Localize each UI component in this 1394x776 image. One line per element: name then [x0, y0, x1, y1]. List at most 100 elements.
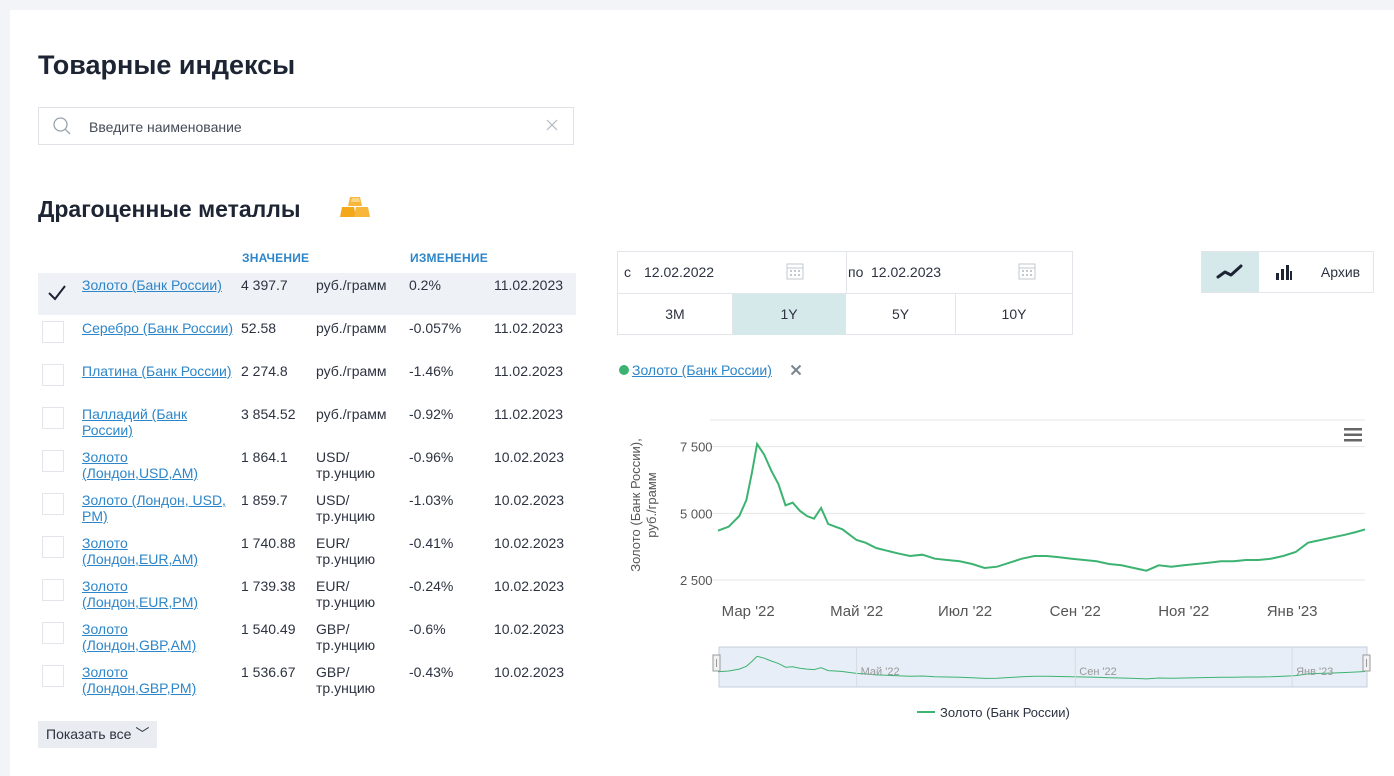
column-header-value[interactable]: ЗНАЧЕНИЕ: [242, 251, 309, 265]
bar-chart-button[interactable]: [1259, 252, 1308, 292]
legend-label: Золото (Банк России): [940, 705, 1070, 720]
row-checkbox[interactable]: [42, 493, 64, 515]
row-unit: руб./грамм: [316, 277, 387, 293]
row-unit: USD/ тр.унцию: [316, 449, 376, 481]
row-unit: GBP/ тр.унцию: [316, 621, 376, 653]
navigator-tick-label: Май '22: [861, 666, 900, 678]
row-change: 0.2%: [409, 277, 441, 293]
row-name-link[interactable]: Серебро (Банк России): [82, 320, 238, 336]
row-checkbox[interactable]: [42, 665, 64, 687]
row-name-link[interactable]: Платина (Банк России): [82, 363, 238, 379]
chart-legend[interactable]: Золото (Банк России): [917, 705, 1070, 720]
row-date: 10.02.2023: [494, 449, 565, 465]
row-name-link[interactable]: Золото (Лондон,GBP,PM): [82, 664, 238, 696]
row-checkbox[interactable]: [42, 622, 64, 644]
row-change: -0.92%: [409, 406, 454, 422]
calendar-icon[interactable]: [1018, 262, 1036, 280]
divider: [846, 252, 847, 293]
period-button-10y[interactable]: 10Y: [956, 294, 1072, 335]
table-row[interactable]: Палладий (Банк России) 3 854.52 руб./грамм…: [38, 402, 576, 444]
row-date: 10.02.2023: [494, 664, 565, 680]
row-checkbox[interactable]: [42, 579, 64, 601]
section-title: Драгоценные металлы: [38, 196, 301, 222]
row-value: 1 864.1: [241, 449, 288, 465]
series-line: [717, 441, 1366, 572]
row-unit: EUR/ тр.унцию: [316, 578, 376, 610]
archive-button[interactable]: Архив: [1308, 252, 1373, 292]
bar-chart-icon: [1276, 265, 1292, 280]
date-to-input[interactable]: 12.02.2023: [871, 264, 941, 280]
series-color-dot: [619, 365, 629, 375]
gold-bars-icon: [340, 197, 370, 217]
row-checkbox[interactable]: [42, 364, 64, 386]
row-date: 10.02.2023: [494, 621, 565, 637]
date-from-input[interactable]: 12.02.2022: [644, 264, 714, 280]
navigator-window[interactable]: [718, 646, 1368, 688]
calendar-icon[interactable]: [786, 262, 804, 280]
table-row[interactable]: Золото (Банк России) 4 397.7 руб./грамм 0.2…: [38, 273, 576, 315]
row-unit: GBP/ тр.унцию: [316, 664, 376, 696]
y-tick-label: 5 000: [680, 506, 713, 521]
row-name-link[interactable]: Золото (Лондон, USD, PM): [82, 492, 238, 524]
table-row[interactable]: Золото (Лондон,GBP,PM) 1 536.67 GBP/ тр.ун…: [38, 660, 576, 702]
row-change: -0.43%: [409, 664, 454, 680]
y-tick-label: 7 500: [680, 440, 713, 455]
row-value: 1 740.88: [241, 535, 296, 551]
row-value: 1 536.67: [241, 664, 296, 680]
row-change: -0.24%: [409, 578, 454, 594]
navigator-tick-label: Сен '22: [1079, 666, 1117, 678]
row-date: 11.02.2023: [494, 406, 564, 422]
menu-icon[interactable]: [1344, 428, 1362, 442]
date-from-label: с: [624, 264, 631, 280]
row-unit: руб./грамм: [316, 320, 387, 336]
period-button-5y[interactable]: 5Y: [846, 294, 955, 335]
period-selector: с 12.02.2022 по 12.02.2023 3M 1Y 5Y 10Y: [617, 251, 1073, 335]
x-tick-label: Сен '22: [1050, 603, 1101, 620]
x-tick-label: Янв '23: [1267, 603, 1318, 620]
close-icon[interactable]: [545, 118, 559, 132]
price-chart[interactable]: 2 500 5 000 7 500 Мар '22 Май '22 Июл '22 Сен…: [610, 400, 1380, 730]
row-date: 11.02.2023: [494, 320, 564, 336]
row-name-link[interactable]: Золото (Лондон,GBP,AM): [82, 621, 238, 653]
row-checkbox[interactable]: [42, 450, 64, 472]
table-row[interactable]: Золото (Лондон,USD,AM) 1 864.1 USD/ тр.унц…: [38, 445, 576, 487]
row-checkbox[interactable]: [42, 407, 64, 429]
checkmark-icon: [48, 285, 66, 301]
selected-series-link[interactable]: Золото (Банк России): [632, 362, 772, 378]
row-checkbox[interactable]: [42, 321, 64, 343]
search-input[interactable]: Введите наименование: [89, 119, 242, 135]
row-change: -1.03%: [409, 492, 454, 508]
table-row[interactable]: Золото (Лондон,EUR,PM) 1 739.38 EUR/ тр.ун…: [38, 574, 576, 616]
row-name-link[interactable]: Золото (Лондон,USD,AM): [82, 449, 238, 481]
remove-icon[interactable]: [790, 364, 802, 376]
row-change: -0.6%: [409, 621, 446, 637]
table-row[interactable]: Золото (Лондон,EUR,AM) 1 740.88 EUR/ тр.ун…: [38, 531, 576, 573]
range-navigator[interactable]: Май '22 Сен '22 Янв '23: [712, 646, 1371, 688]
row-name-link[interactable]: Золото (Банк России): [82, 277, 238, 293]
row-date: 10.02.2023: [494, 535, 565, 551]
table-row[interactable]: Золото (Лондон,GBP,AM) 1 540.49 GBP/ тр.ун…: [38, 617, 576, 659]
row-date: 10.02.2023: [494, 578, 565, 594]
table-row[interactable]: Платина (Банк России) 2 274.8 руб./грамм -1…: [38, 359, 576, 401]
row-name-link[interactable]: Золото (Лондон,EUR,AM): [82, 535, 238, 567]
row-checkbox[interactable]: [42, 278, 66, 301]
row-unit: EUR/ тр.унцию: [316, 535, 376, 567]
table-row[interactable]: Серебро (Банк России) 52.58 руб./грамм -0.0…: [38, 316, 576, 358]
period-button-1y[interactable]: 1Y: [733, 294, 845, 335]
date-to-label: по: [848, 264, 864, 280]
x-tick-label: Ноя '22: [1158, 603, 1209, 620]
row-name-link[interactable]: Золото (Лондон,EUR,PM): [82, 578, 238, 610]
x-tick-label: Май '22: [830, 603, 883, 620]
period-button-3m[interactable]: 3M: [618, 294, 732, 335]
row-name-link[interactable]: Палладий (Банк России): [82, 406, 238, 438]
row-unit: руб./грамм: [316, 363, 387, 379]
row-value: 2 274.8: [241, 363, 288, 379]
column-header-change[interactable]: ИЗМЕНЕНИЕ: [410, 251, 488, 265]
search-icon: [53, 117, 71, 135]
table-row[interactable]: Золото (Лондон, USD, PM) 1 859.7 USD/ тр.у…: [38, 488, 576, 530]
show-all-button[interactable]: Показать все ﹀: [38, 721, 158, 748]
search-box[interactable]: Введите наименование: [38, 107, 574, 145]
row-checkbox[interactable]: [42, 536, 64, 558]
row-date: 11.02.2023: [494, 363, 564, 379]
line-chart-button[interactable]: [1202, 252, 1259, 292]
